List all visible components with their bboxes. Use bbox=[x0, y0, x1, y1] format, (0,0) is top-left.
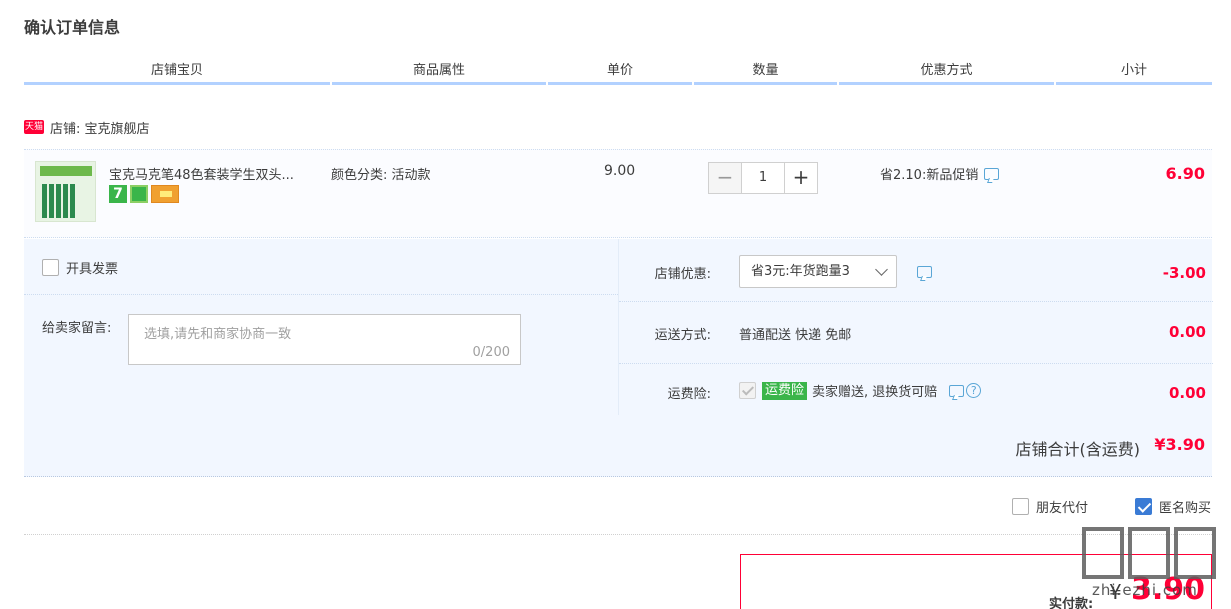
shop-total-value: ¥3.90 bbox=[1154, 435, 1205, 454]
product-image-pen bbox=[42, 184, 47, 218]
watermark-glyph bbox=[1128, 527, 1170, 579]
watermark-glyph bbox=[1174, 527, 1216, 579]
purchase-options: 朋友代付 匿名购买 bbox=[965, 497, 1211, 516]
shop-discount-row: 店铺优惠: 省3元:年货跑量3 -3.00 bbox=[619, 239, 1213, 302]
insurance-label: 运费险: bbox=[667, 387, 711, 402]
invoice-option[interactable]: 开具发票 bbox=[42, 258, 118, 277]
friend-pay-checkbox[interactable] bbox=[1011, 498, 1029, 515]
column-header-discount: 优惠方式 bbox=[839, 61, 1054, 85]
product-image-pen bbox=[70, 184, 75, 218]
watermark-text: zhi.ezhi.com bbox=[1092, 581, 1198, 599]
section-divider bbox=[24, 534, 1212, 535]
column-header-subtotal: 小计 bbox=[1056, 61, 1212, 85]
shipping-method: 普通配送 快递 免邮 bbox=[739, 328, 852, 343]
product-title[interactable]: 宝克马克笔48色套装学生双头... bbox=[109, 164, 319, 183]
column-header-attribute: 商品属性 bbox=[332, 61, 546, 85]
message-label: 给卖家留言: bbox=[42, 321, 112, 336]
quantity-stepper: − 1 + bbox=[708, 162, 818, 194]
credit-card-icon[interactable] bbox=[151, 185, 179, 203]
product-attribute: 颜色分类: 活动款 bbox=[331, 168, 431, 183]
chat-icon[interactable] bbox=[949, 384, 965, 397]
message-char-counter: 0/200 bbox=[472, 345, 510, 360]
shop-header: 天猫 店铺: 宝克旗舰店 bbox=[24, 118, 150, 137]
seller-message-textarea[interactable]: 选填,请先和商家协商一致 0/200 bbox=[128, 314, 521, 365]
order-options-left: 开具发票 给卖家留言: 选填,请先和商家协商一致 0/200 bbox=[24, 239, 618, 415]
guarantee-shield-icon[interactable] bbox=[130, 185, 148, 203]
chat-icon[interactable] bbox=[984, 167, 1000, 180]
product-image-banner bbox=[40, 166, 92, 176]
insurance-amount: 0.00 bbox=[1168, 384, 1206, 402]
shipping-amount: 0.00 bbox=[1168, 323, 1206, 341]
shop-discount-control: 省3元:年货跑量3 bbox=[739, 255, 932, 288]
tmall-icon: 天猫 bbox=[24, 120, 44, 134]
invoice-section: 开具发票 bbox=[24, 239, 618, 295]
invoice-checkbox[interactable] bbox=[42, 259, 59, 276]
item-subtotal: 6.90 bbox=[1165, 164, 1205, 183]
unit-price: 9.00 bbox=[604, 163, 636, 179]
item-promotion: 省2.10:新品促销 bbox=[880, 164, 1000, 183]
message-placeholder: 选填,请先和商家协商一致 bbox=[144, 327, 292, 342]
site-watermark: zhi.ezhi.com bbox=[1082, 527, 1222, 607]
order-options-right: 店铺优惠: 省3元:年货跑量3 -3.00 运送方式: 普通配送 快递 免邮 0… bbox=[618, 239, 1213, 415]
insurance-text: 卖家赠送, 退换货可赔 bbox=[812, 385, 938, 400]
watermark-glyph bbox=[1082, 527, 1124, 579]
shop-name[interactable]: 店铺: 宝克旗舰店 bbox=[50, 118, 150, 137]
anonymous-label: 匿名购买 bbox=[1158, 501, 1211, 516]
friend-pay-option[interactable]: 朋友代付 bbox=[1011, 497, 1088, 516]
quantity-input[interactable]: 1 bbox=[742, 162, 784, 194]
shipping-row: 运送方式: 普通配送 快递 免邮 0.00 bbox=[619, 302, 1213, 364]
insurance-checkbox bbox=[739, 382, 756, 399]
quantity-increase-button[interactable]: + bbox=[784, 162, 818, 194]
chevron-down-icon bbox=[875, 263, 888, 276]
insurance-control: 运费险 卖家赠送, 退换货可赔 ? bbox=[739, 381, 982, 400]
product-thumbnail[interactable] bbox=[35, 161, 96, 222]
product-image-pen bbox=[56, 184, 61, 218]
insurance-tag: 运费险 bbox=[762, 381, 808, 400]
shop-discount-selected: 省3元:年货跑量3 bbox=[751, 264, 850, 279]
seven-day-return-icon[interactable]: 7 bbox=[109, 185, 127, 203]
column-header-price: 单价 bbox=[548, 61, 692, 85]
promotion-text: 省2.10:新品促销 bbox=[880, 168, 979, 183]
invoice-label: 开具发票 bbox=[66, 262, 119, 277]
chat-icon[interactable] bbox=[917, 265, 932, 278]
friend-pay-label: 朋友代付 bbox=[1035, 501, 1088, 516]
shop-total-label: 店铺合计(含运费) bbox=[1015, 440, 1141, 459]
column-header-item: 店铺宝贝 bbox=[24, 61, 330, 85]
shop-discount-select[interactable]: 省3元:年货跑量3 bbox=[739, 255, 897, 288]
shop-discount-label: 店铺优惠: bbox=[654, 267, 711, 282]
shipping-insurance-row: 运费险: 运费险 卖家赠送, 退换货可赔 ? 0.00 bbox=[619, 364, 1213, 415]
column-header-row: 店铺宝贝 商品属性 单价 数量 优惠方式 小计 bbox=[24, 61, 1212, 85]
product-image-pen bbox=[63, 184, 68, 218]
anonymous-checkbox[interactable] bbox=[1134, 498, 1152, 515]
shipping-label: 运送方式: bbox=[654, 328, 711, 343]
anonymous-purchase-option[interactable]: 匿名购买 bbox=[1134, 497, 1211, 516]
product-image-pen bbox=[49, 184, 54, 218]
quantity-decrease-button[interactable]: − bbox=[708, 162, 742, 194]
service-badges: 7 bbox=[109, 185, 179, 203]
shop-discount-amount: -3.00 bbox=[1162, 264, 1206, 282]
help-icon[interactable]: ? bbox=[966, 383, 982, 398]
order-item-row: 宝克马克笔48色套装学生双头... 7 颜色分类: 活动款 9.00 − 1 +… bbox=[24, 149, 1212, 238]
column-header-quantity: 数量 bbox=[694, 61, 837, 85]
shop-total-bar: 店铺合计(含运费) ¥3.90 bbox=[24, 415, 1212, 477]
page-title: 确认订单信息 bbox=[24, 18, 121, 37]
